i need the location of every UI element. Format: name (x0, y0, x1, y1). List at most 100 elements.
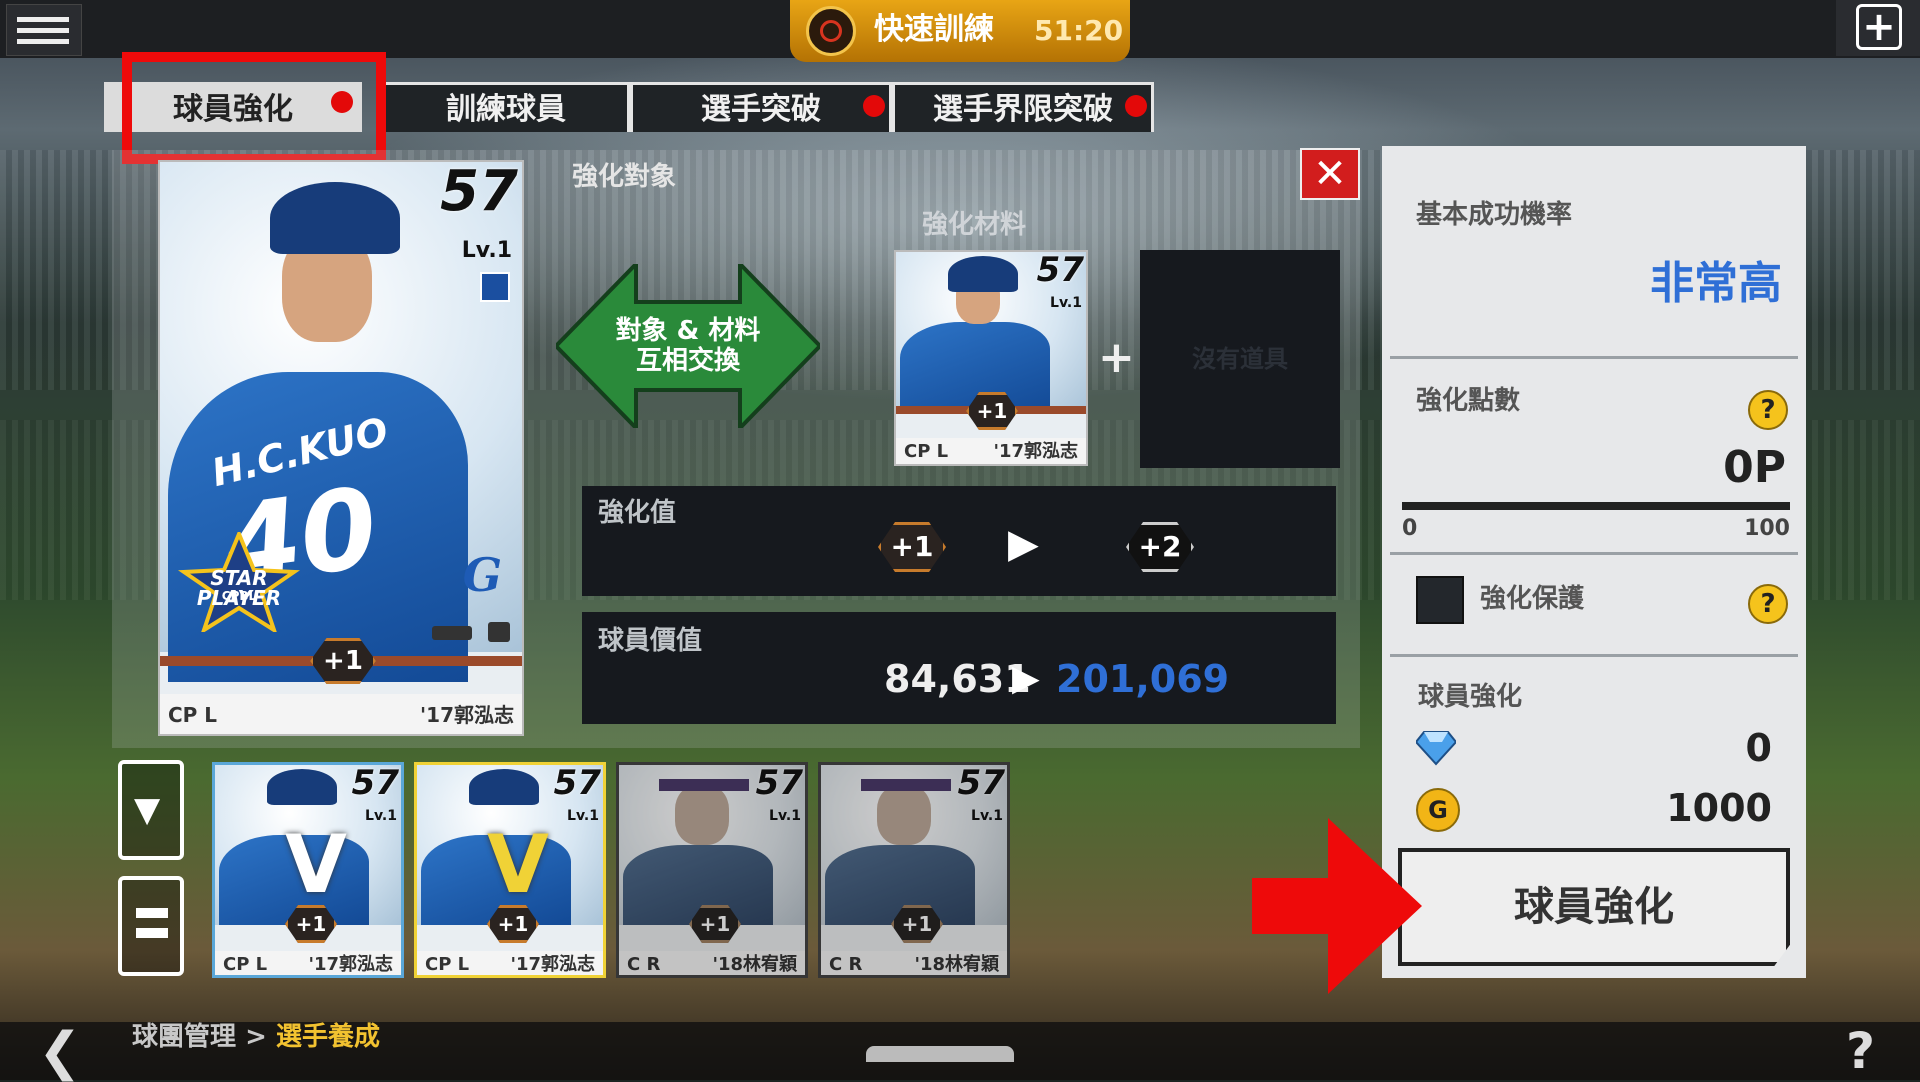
menu-icon-line (17, 39, 69, 44)
help-button[interactable]: ? (1846, 1024, 1875, 1078)
material-player-card[interactable]: 57 Lv.1 +1 CP L '17郭泓志 (894, 250, 1088, 466)
card-footer: C R '18林宥穎 (619, 951, 805, 975)
gold-cost: 1000 (1666, 786, 1772, 830)
plus-sign: + (1098, 332, 1135, 383)
enhance-value-box: 強化值 +1 ▶ +2 (582, 486, 1336, 596)
card-position: CP L (425, 954, 470, 975)
badge-subtext: CPBL (221, 589, 257, 603)
breadcrumb-parent[interactable]: 球團管理 (132, 1022, 236, 1052)
next-enhance-value: +2 (1126, 522, 1194, 572)
quick-training-timer: 51:20 (1034, 14, 1124, 47)
player-face (675, 785, 729, 845)
menu-button[interactable] (6, 4, 82, 56)
player-cap (267, 769, 337, 805)
timer-icon (806, 6, 856, 56)
level-label: Lv.1 (769, 808, 801, 824)
points-label: 強化點數 (1416, 386, 1521, 416)
menu-icon (17, 17, 69, 22)
card-position: CP L (168, 703, 218, 727)
chevron-down-icon: ▼ (134, 790, 161, 830)
empty-item-slot[interactable]: 沒有道具 (1140, 250, 1340, 468)
card-player-name: '18林宥穎 (712, 954, 797, 975)
enhance-value-label: 強化值 (598, 498, 677, 528)
arrow-right-icon: ▶ (1012, 658, 1040, 699)
tab-limit-breakthrough[interactable]: 選手界限突破 (892, 82, 1154, 132)
dumbbell-icon (432, 626, 472, 640)
empty-slot-label: 沒有道具 (1192, 345, 1288, 373)
points-progress-bar (1402, 502, 1790, 510)
protect-checkbox[interactable] (1416, 576, 1464, 624)
lock-icon (488, 622, 510, 642)
red-arrow-annotation (1252, 818, 1422, 994)
arrow-right-icon: ▶ (1008, 521, 1039, 567)
card-footer: CP L '17郭泓志 (160, 694, 522, 734)
drawer-handle[interactable] (866, 1046, 1014, 1062)
v-mark: V (285, 818, 347, 911)
player-cap (270, 182, 400, 254)
close-button[interactable]: ✕ (1300, 148, 1360, 200)
next-player-value: 201,069 (1056, 657, 1230, 701)
gold-coin-icon: G (1416, 788, 1460, 832)
overall-rating: 57 (1036, 250, 1084, 290)
chevron-left-icon: ❮ (38, 1022, 82, 1082)
player-value-label: 球員價值 (598, 626, 703, 656)
card-footer: CP L '17郭泓志 (417, 951, 603, 975)
overall-rating: 57 (755, 763, 803, 803)
quick-training-button[interactable]: 快速訓練 51:20 (790, 0, 1130, 62)
sort-button[interactable]: ▼ (118, 760, 184, 860)
tab-label: 選手突破 (701, 92, 821, 127)
card-position: C R (829, 954, 863, 975)
team-logo: G (462, 548, 502, 602)
help-icon[interactable]: ? (1748, 584, 1788, 624)
player-cap (948, 256, 1018, 292)
diamond-icon (1414, 726, 1458, 766)
filter-icon (136, 908, 168, 918)
tab-label: 選手界限突破 (933, 92, 1113, 127)
headband (659, 779, 749, 791)
tab-train-player[interactable]: 訓練球員 (382, 82, 630, 132)
level-label: Lv.1 (971, 808, 1003, 824)
inventory-card[interactable]: V 57 Lv.1 +1 CP L '17郭泓志 (414, 762, 606, 978)
card-position: CP L (904, 441, 949, 462)
success-rate-value: 非常高 (1650, 258, 1782, 309)
breadcrumb-separator: > (245, 1022, 267, 1052)
swap-label-2: 互相交換 (635, 346, 740, 376)
menu-icon-line (17, 28, 69, 33)
back-button[interactable]: ❮ (38, 1024, 82, 1080)
player-face (877, 785, 931, 845)
inventory-card[interactable]: 57 Lv.1 +1 C R '18林宥穎 (616, 762, 808, 978)
card-player-name: '17郭泓志 (993, 441, 1078, 462)
filter-button[interactable] (118, 876, 184, 976)
add-button[interactable]: + (1836, 0, 1920, 56)
plus-icon: + (1856, 4, 1902, 50)
swap-button[interactable]: 對象 & 材料 互相交換 (553, 259, 823, 433)
overall-rating: 57 (957, 763, 1005, 803)
card-footer: CP L '17郭泓志 (215, 951, 401, 975)
card-footer: CP L '17郭泓志 (896, 438, 1086, 464)
breadcrumb-current: 選手養成 (275, 1022, 380, 1052)
card-player-name: '17郭泓志 (308, 954, 393, 975)
quick-training-label: 快速訓練 (874, 12, 994, 47)
level-label: Lv.1 (365, 808, 397, 824)
tab-label: 訓練球員 (446, 92, 566, 127)
inventory-card[interactable]: 57 Lv.1 +1 C R '18林宥穎 (818, 762, 1010, 978)
card-footer: C R '18林宥穎 (821, 951, 1007, 975)
tab-player-breakthrough[interactable]: 選手突破 (630, 82, 892, 132)
divider (1390, 356, 1798, 359)
divider (1390, 654, 1798, 657)
diamond-cost: 0 (1745, 726, 1772, 770)
overall-rating: 57 (440, 160, 518, 224)
help-icon[interactable]: ? (1748, 390, 1788, 430)
highlight-box (122, 52, 386, 164)
player-enhance-button[interactable]: 球員強化 (1398, 848, 1790, 966)
close-icon: ✕ (1313, 151, 1347, 197)
current-player-value: 84,631 (884, 657, 1031, 701)
headband (861, 779, 951, 791)
success-rate-label: 基本成功機率 (1416, 200, 1573, 230)
v-mark: V (487, 818, 549, 911)
target-player-card[interactable]: H.C.KUO 40 57 Lv.1 STAR PLAYER CPBL G +1… (158, 160, 524, 736)
alert-dot (863, 95, 885, 117)
filter-icon-line (136, 928, 168, 938)
inventory-card[interactable]: V 57 Lv.1 +1 CP L '17郭泓志 (212, 762, 404, 978)
card-player-name: '17郭泓志 (510, 954, 595, 975)
